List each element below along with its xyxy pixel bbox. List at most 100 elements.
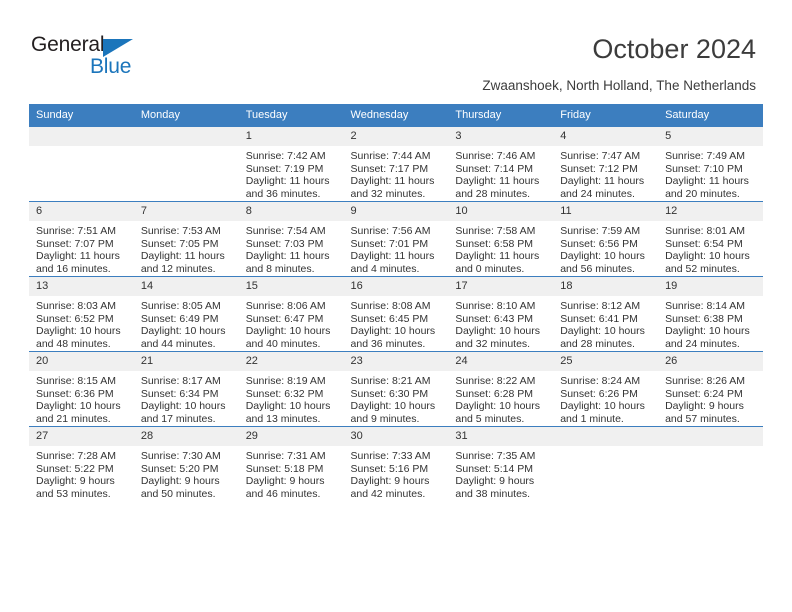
day-number: 18 [553, 277, 659, 296]
sunrise-text: Sunrise: 8:21 AM [350, 375, 431, 387]
sunrise-text: Sunrise: 8:05 AM [140, 300, 221, 312]
day-box: 6 Sunrise: 7:51 AM Sunset: 7:07 PM Daylight… [29, 202, 134, 276]
calendar-day-cell[interactable]: 3 Sunrise: 7:46 AM Sunset: 7:14 PM Daylight… [448, 126, 554, 202]
calendar-day-cell[interactable]: 8 Sunrise: 7:54 AM Sunset: 7:03 PM Daylight… [238, 201, 344, 277]
calendar-day-cell[interactable]: 28 Sunrise: 7:30 AM Sunset: 5:20 PM Dayligh… [133, 426, 239, 501]
calendar-day-cell[interactable]: 12 Sunrise: 8:01 AM Sunset: 6:54 PM Dayligh… [658, 201, 763, 277]
day-number: 26 [658, 352, 763, 371]
sunset-text: Sunset: 6:26 PM [560, 387, 638, 400]
daylight-text: Daylight: 10 hours and 36 minutes. [350, 325, 436, 350]
day-details: Sunrise: 8:19 AM Sunset: 6:32 PM Daylight:… [239, 371, 344, 425]
day-details: Sunrise: 7:49 AM Sunset: 7:10 PM Daylight:… [658, 146, 763, 200]
calendar-day-cell[interactable]: 27 Sunrise: 7:28 AM Sunset: 5:22 PM Dayligh… [29, 426, 134, 501]
calendar-day-cell[interactable]: 1 Sunrise: 7:42 AM Sunset: 7:19 PM Daylight… [238, 126, 344, 202]
calendar-day-cell[interactable]: 6 Sunrise: 7:51 AM Sunset: 7:07 PM Daylight… [29, 201, 134, 277]
day-details: Sunrise: 7:28 AM Sunset: 5:22 PM Daylight:… [29, 446, 134, 500]
calendar-day-cell[interactable]: 9 Sunrise: 7:56 AM Sunset: 7:01 PM Daylight… [343, 201, 449, 277]
day-number: 24 [448, 352, 554, 371]
day-number: 3 [448, 127, 554, 146]
day-number [553, 427, 659, 446]
daylight-text: Daylight: 11 hours and 32 minutes. [350, 175, 435, 200]
daylight-text: Daylight: 11 hours and 16 minutes. [36, 250, 120, 275]
calendar-day-cell[interactable]: 19 Sunrise: 8:14 AM Sunset: 6:38 PM Dayligh… [658, 276, 763, 352]
sunset-text: Sunset: 6:58 PM [455, 237, 534, 250]
day-details: Sunrise: 7:58 AM Sunset: 6:58 PM Daylight:… [448, 221, 553, 275]
day-details: Sunrise: 8:26 AM Sunset: 6:24 PM Daylight:… [658, 371, 763, 425]
day-details: Sunrise: 8:24 AM Sunset: 6:26 PM Daylight:… [553, 371, 658, 425]
day-number: 2 [343, 127, 449, 146]
day-number: 22 [238, 352, 344, 371]
day-box: 21 Sunrise: 8:17 AM Sunset: 6:34 PM Dayligh… [133, 352, 239, 426]
sunset-text: Sunset: 6:56 PM [560, 237, 638, 250]
calendar-day-cell[interactable]: 20 Sunrise: 8:15 AM Sunset: 6:36 PM Dayligh… [29, 351, 134, 427]
calendar-day-cell[interactable]: 16 Sunrise: 8:08 AM Sunset: 6:45 PM Dayligh… [343, 276, 449, 352]
day-number: 13 [29, 277, 134, 296]
sunrise-text: Sunrise: 7:56 AM [350, 225, 431, 237]
calendar-day-cell[interactable]: 23 Sunrise: 8:21 AM Sunset: 6:30 PM Dayligh… [343, 351, 449, 427]
calendar-day-cell[interactable]: 11 Sunrise: 7:59 AM Sunset: 6:56 PM Dayligh… [553, 201, 659, 277]
calendar-day-cell[interactable]: 7 Sunrise: 7:53 AM Sunset: 7:05 PM Daylight… [133, 201, 239, 277]
calendar-day-cell[interactable]: 25 Sunrise: 8:24 AM Sunset: 6:26 PM Dayligh… [553, 351, 659, 427]
sunrise-text: Sunrise: 7:53 AM [140, 225, 221, 237]
calendar-day-cell[interactable]: 18 Sunrise: 8:12 AM Sunset: 6:41 PM Dayligh… [553, 276, 659, 352]
sunset-text: Sunset: 6:34 PM [140, 387, 219, 400]
day-details: Sunrise: 7:31 AM Sunset: 5:18 PM Daylight:… [239, 446, 344, 500]
calendar-day-cell[interactable]: 29 Sunrise: 7:31 AM Sunset: 5:18 PM Dayligh… [238, 426, 344, 501]
daylight-text: Daylight: 9 hours and 50 minutes. [140, 475, 220, 500]
calendar-week-row: 6 Sunrise: 7:51 AM Sunset: 7:07 PM Daylight… [29, 201, 763, 277]
calendar-day-cell[interactable]: 22 Sunrise: 8:19 AM Sunset: 6:32 PM Dayligh… [238, 351, 344, 427]
general-blue-logo: General Blue [31, 33, 211, 83]
calendar-day-cell[interactable]: 13 Sunrise: 8:03 AM Sunset: 6:52 PM Dayligh… [29, 276, 134, 352]
calendar-day-cell[interactable]: 21 Sunrise: 8:17 AM Sunset: 6:34 PM Dayligh… [133, 351, 239, 427]
calendar-day-cell[interactable]: 24 Sunrise: 8:22 AM Sunset: 6:28 PM Dayligh… [448, 351, 554, 427]
day-number: 31 [448, 427, 554, 446]
day-number: 20 [29, 352, 134, 371]
day-number: 17 [448, 277, 554, 296]
day-box: 12 Sunrise: 8:01 AM Sunset: 6:54 PM Dayligh… [658, 202, 763, 276]
day-box: 30 Sunrise: 7:33 AM Sunset: 5:16 PM Dayligh… [343, 427, 449, 501]
day-box: 20 Sunrise: 8:15 AM Sunset: 6:36 PM Dayligh… [29, 352, 134, 426]
daylight-text: Daylight: 9 hours and 53 minutes. [36, 475, 115, 500]
calendar-day-cell[interactable]: 31 Sunrise: 7:35 AM Sunset: 5:14 PM Dayligh… [448, 426, 554, 501]
day-box [658, 427, 763, 501]
calendar-page: General Blue October 2024 Zwaanshoek, No… [0, 0, 792, 612]
sunrise-text: Sunrise: 7:28 AM [36, 450, 116, 462]
day-details: Sunrise: 8:14 AM Sunset: 6:38 PM Daylight:… [658, 296, 763, 350]
daylight-text: Daylight: 10 hours and 56 minutes. [560, 250, 645, 275]
day-box: 13 Sunrise: 8:03 AM Sunset: 6:52 PM Dayligh… [29, 277, 134, 351]
day-details: Sunrise: 7:33 AM Sunset: 5:16 PM Daylight:… [344, 446, 449, 500]
daylight-text: Daylight: 9 hours and 46 minutes. [245, 475, 325, 500]
calendar-day-cell[interactable]: 10 Sunrise: 7:58 AM Sunset: 6:58 PM Dayligh… [448, 201, 554, 277]
day-box [133, 127, 239, 201]
day-box: 27 Sunrise: 7:28 AM Sunset: 5:22 PM Dayligh… [29, 427, 134, 501]
day-box: 24 Sunrise: 8:22 AM Sunset: 6:28 PM Dayligh… [448, 352, 554, 426]
day-box: 1 Sunrise: 7:42 AM Sunset: 7:19 PM Daylight… [238, 127, 344, 201]
day-number: 4 [553, 127, 659, 146]
calendar-grid: Sunday Monday Tuesday Wednesday Thursday… [29, 104, 763, 501]
calendar-day-cell[interactable]: 26 Sunrise: 8:26 AM Sunset: 6:24 PM Dayligh… [658, 351, 763, 427]
sunset-text: Sunset: 6:38 PM [665, 312, 743, 325]
daylight-text: Daylight: 10 hours and 48 minutes. [36, 325, 121, 350]
day-details: Sunrise: 8:10 AM Sunset: 6:43 PM Daylight:… [448, 296, 553, 350]
day-details: Sunrise: 7:59 AM Sunset: 6:56 PM Daylight:… [553, 221, 658, 275]
calendar-day-cell[interactable]: 17 Sunrise: 8:10 AM Sunset: 6:43 PM Dayligh… [448, 276, 554, 352]
page-header: General Blue October 2024 Zwaanshoek, No… [0, 0, 792, 100]
sunrise-text: Sunrise: 8:03 AM [36, 300, 116, 312]
daylight-text: Daylight: 9 hours and 57 minutes. [665, 400, 744, 425]
day-box: 2 Sunrise: 7:44 AM Sunset: 7:17 PM Daylight… [343, 127, 449, 201]
daylight-text: Daylight: 9 hours and 38 minutes. [455, 475, 535, 500]
weekday-header-wednesday: Wednesday [343, 104, 449, 127]
daylight-text: Daylight: 10 hours and 44 minutes. [140, 325, 226, 350]
day-number: 23 [343, 352, 449, 371]
day-details: Sunrise: 8:05 AM Sunset: 6:49 PM Daylight:… [134, 296, 239, 350]
calendar-week-row: 27 Sunrise: 7:28 AM Sunset: 5:22 PM Dayligh… [29, 426, 763, 501]
calendar-day-cell[interactable]: 5 Sunrise: 7:49 AM Sunset: 7:10 PM Daylight… [658, 126, 763, 202]
day-box: 26 Sunrise: 8:26 AM Sunset: 6:24 PM Dayligh… [658, 352, 763, 426]
calendar-day-cell[interactable]: 2 Sunrise: 7:44 AM Sunset: 7:17 PM Daylight… [343, 126, 449, 202]
calendar-day-cell[interactable]: 15 Sunrise: 8:06 AM Sunset: 6:47 PM Dayligh… [238, 276, 344, 352]
calendar-day-cell[interactable]: 4 Sunrise: 7:47 AM Sunset: 7:12 PM Daylight… [553, 126, 659, 202]
calendar-day-cell[interactable]: 30 Sunrise: 7:33 AM Sunset: 5:16 PM Dayligh… [343, 426, 449, 501]
calendar-day-cell[interactable]: 14 Sunrise: 8:05 AM Sunset: 6:49 PM Dayligh… [133, 276, 239, 352]
day-number [658, 427, 763, 446]
sunrise-text: Sunrise: 7:42 AM [245, 150, 326, 162]
